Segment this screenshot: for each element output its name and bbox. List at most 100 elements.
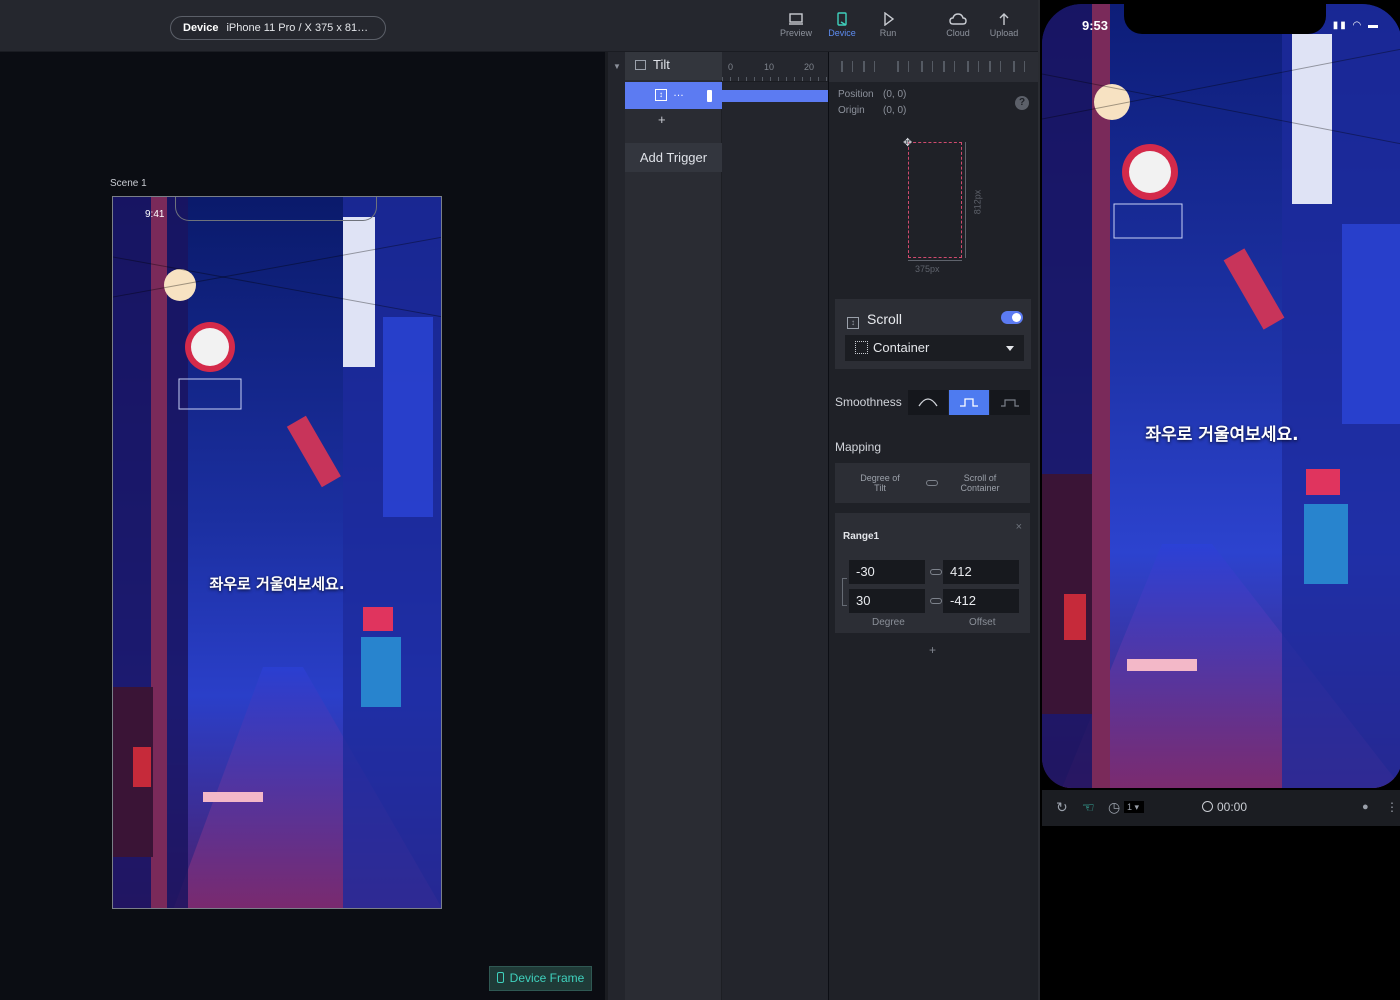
layers-column [625,52,722,1000]
container-dropdown[interactable]: Container [845,335,1024,361]
preview-screen[interactable]: 9:53 ▮▮ ◠ ▬ 좌우로 거울여보세요. [1042,4,1400,788]
scene-label: Scene 1 [110,178,147,189]
scroll-enabled-toggle[interactable] [1001,311,1023,324]
mic-icon[interactable]: ● [1362,801,1369,813]
device-selector-value: iPhone 11 Pro / X 375 x 81… [226,22,369,34]
scene-overlay-text: 좌우로 거울여보세요. [209,575,345,593]
timeline-handle[interactable] [707,90,712,102]
preview-overlay-text: 좌우로 거울여보세요. [1145,425,1299,445]
top-toolbar: Device iPhone 11 Pro / X 375 x 81… Previe… [0,0,1038,52]
degree-to-field[interactable]: 30 [849,589,925,613]
align-bottom-icon[interactable] [1013,61,1025,72]
scroll-layer-icon: ↕ [655,89,667,101]
timer-display: 00:00 [1202,800,1247,814]
align-center-icon[interactable] [921,61,933,72]
position-label: Position [838,89,874,100]
layer-selected-scroll[interactable]: ↕ … [625,82,722,109]
close-icon[interactable]: × [1016,521,1022,533]
link-icon [926,480,938,486]
add-trigger-button[interactable]: Add Trigger [625,143,722,172]
origin-anchor-icon[interactable]: ✥ [903,136,912,149]
align-distribute-h-icon[interactable] [841,61,853,72]
help-icon[interactable]: ? [1015,96,1029,110]
design-canvas[interactable]: Scene 1 좌우로 거울여보세요. 9:41 Device Frame [0,52,605,1000]
upload-button[interactable]: Upload [981,12,1027,38]
ruler-ticks [722,77,828,81]
device-preview: 9:53 ▮▮ ◠ ▬ 좌우로 거울여보세요. ↻ ☜ ◷ 1 ▾ 00:00 … [1038,0,1400,1000]
scene-notch-outline [175,197,377,221]
align-left-icon[interactable] [897,61,909,72]
speed-dropdown[interactable]: 1 ▾ [1124,801,1144,813]
mapping-label: Mapping [835,440,882,454]
link-icon [930,598,942,604]
ruler-tick-20: 20 [804,62,815,72]
degree-caption: Degree [872,617,905,628]
linear-curve-icon [1001,399,1019,407]
device-label: Device [828,28,856,38]
cloud-button[interactable]: Cloud [935,12,981,38]
align-middle-icon[interactable] [989,61,1001,72]
smoothness-ease-button[interactable] [908,390,948,415]
speed-value: 1 [1127,802,1133,812]
origin-preview-box[interactable] [908,142,962,258]
ease-curve-icon [918,398,938,407]
reload-icon[interactable]: ↻ [1056,799,1068,816]
preview-controls: ↻ ☜ ◷ 1 ▾ 00:00 ● ⋮ [1042,790,1400,826]
cloud-icon [949,13,967,25]
smoothness-linear-button[interactable] [990,390,1030,415]
preview-status-time: 9:53 [1082,18,1109,33]
upload-icon [999,13,1009,25]
range-bracket [842,578,847,606]
layers-panel: ▼ Tilt ↕ … + Add Trigger 0 10 20 [608,52,828,1000]
origin-label: Origin [838,105,865,116]
run-icon [884,12,895,26]
ruler-tick-0: 0 [728,62,734,72]
offset-to-field[interactable]: -412 [943,589,1019,613]
alignment-toolbar [829,52,1038,82]
scroll-trigger-card: ↕ Scroll Container [835,299,1031,369]
degree-from-field[interactable]: -30 [849,560,925,584]
width-dimension-label: 375px [915,264,940,274]
device-button[interactable]: Device [819,12,865,38]
scene-frame[interactable]: 좌우로 거울여보세요. 9:41 [112,196,442,909]
position-value: (0, 0) [883,89,907,100]
mapping-source: Degree of Tilt [860,473,900,493]
align-top-icon[interactable] [967,61,979,72]
align-right-icon[interactable] [943,61,955,72]
layer-tilt[interactable]: Tilt [625,52,722,80]
width-dimension-line [908,260,962,261]
scroll-title-label: Scroll [867,311,903,327]
device-frame-button[interactable]: Device Frame [489,966,592,991]
range-card: Range1 × -30 412 30 -412 Degree Offset [835,513,1030,633]
add-layer-button[interactable]: + [658,112,666,127]
more-icon[interactable]: ⋮ [1386,800,1398,814]
preview-icon [789,13,803,25]
phone-icon [496,972,504,983]
link-icon [930,569,942,575]
run-button[interactable]: Run [865,12,911,38]
smoothness-label: Smoothness [835,395,902,409]
align-distribute-v-icon[interactable] [863,61,875,72]
scroll-icon: ↕ [847,317,859,329]
scroll-title: ↕ Scroll [847,311,902,329]
offset-from-field[interactable]: 412 [943,560,1019,584]
status-signal-icons: ▮▮ ◠ ▬ [1332,20,1380,31]
collapse-caret-icon[interactable]: ▼ [613,62,621,71]
tilt-layer-icon [635,60,646,70]
caret-down-icon [1006,346,1014,351]
device-selector[interactable]: Device iPhone 11 Pro / X 375 x 81… [170,16,386,40]
speed-clock-icon[interactable]: ◷ [1108,799,1120,816]
device-icon [837,12,847,26]
smoothness-step-button[interactable] [949,390,989,415]
add-range-button[interactable]: + [929,643,936,657]
height-dimension-line [965,142,966,258]
street-scene-image [113,197,441,908]
container-dropdown-value: Container [873,340,930,355]
offset-caption: Offset [969,617,996,628]
preview-button[interactable]: Preview [773,12,819,38]
timeline-bar[interactable] [722,90,828,102]
device-selector-label: Device [183,22,219,34]
device-frame-label: Device Frame [509,971,585,985]
timeline-ruler[interactable]: 0 10 20 [722,52,828,82]
touch-icon[interactable]: ☜ [1082,799,1095,816]
